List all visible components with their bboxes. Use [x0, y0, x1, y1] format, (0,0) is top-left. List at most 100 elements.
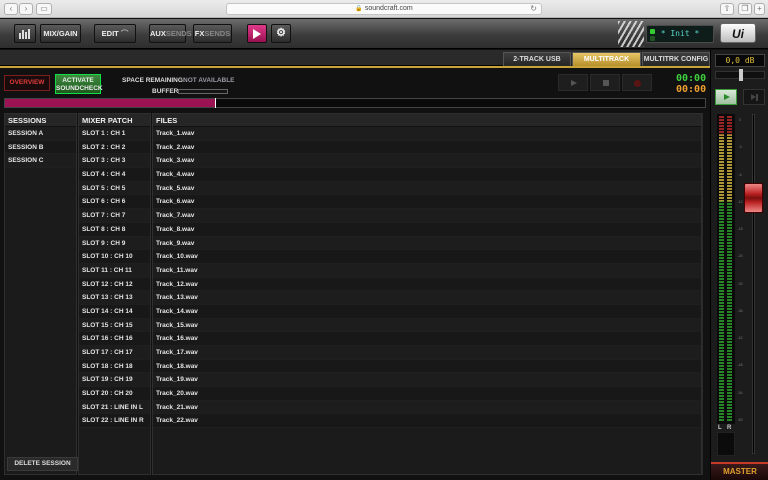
file-row[interactable]: Track_13.wav [153, 291, 701, 305]
forward-icon[interactable]: › [19, 3, 33, 15]
files-list: Track_1.wav Track_2.wav Track_3.wav Track_4… [153, 127, 701, 429]
fx-sends-button[interactable]: FXSENDS [193, 24, 232, 43]
master-fader-cap[interactable] [744, 183, 763, 213]
patch-row[interactable]: SLOT 21 : LINE IN L [79, 400, 150, 415]
patch-row[interactable]: SLOT 2 : CH 2 [79, 140, 150, 155]
meter-tick-label: -24 [737, 254, 743, 259]
file-row[interactable]: Track_12.wav [153, 277, 701, 292]
patch-row[interactable]: SLOT 17 : CH 17 [79, 346, 150, 360]
activate-soundcheck-button[interactable]: ACTIVATE SOUNDCHECK [55, 74, 103, 94]
patch-row[interactable]: SLOT 10 : CH 10 [79, 250, 150, 264]
file-row[interactable]: Track_6.wav [153, 195, 701, 210]
patch-row[interactable]: SLOT 11 : CH 11 [79, 263, 150, 278]
patch-row[interactable]: SLOT 7 : CH 7 [79, 209, 150, 223]
patch-row[interactable]: SLOT 15 : CH 15 [79, 318, 150, 333]
transport-stop-button[interactable] [590, 74, 620, 91]
file-row[interactable]: Track_21.wav [153, 400, 701, 415]
record-progress-bar[interactable] [4, 98, 706, 108]
files-scrollbar[interactable] [702, 113, 708, 475]
patch-row[interactable]: SLOT 22 : LINE IN R [79, 414, 150, 429]
session-row[interactable]: SESSION B [5, 140, 76, 155]
meters-icon [19, 29, 30, 39]
fx-label: FX [194, 29, 205, 38]
tab-multitrack[interactable]: MULTITRACK [572, 52, 641, 66]
overview-button[interactable]: OVERVIEW [4, 75, 50, 91]
new-tab-icon[interactable]: + [754, 3, 765, 15]
transport-play-button[interactable] [558, 74, 588, 91]
session-row[interactable]: SESSION A [5, 127, 76, 141]
file-row[interactable]: Track_4.wav [153, 168, 701, 182]
patch-row[interactable]: SLOT 4 : CH 4 [79, 168, 150, 182]
play-icon [724, 94, 730, 100]
patch-row[interactable]: SLOT 16 : CH 16 [79, 332, 150, 346]
strip-play-button[interactable] [715, 89, 737, 105]
elapsed-time: 00:00 [676, 73, 707, 84]
file-row[interactable]: Track_10.wav [153, 250, 701, 264]
patch-row[interactable]: SLOT 19 : CH 19 [79, 373, 150, 388]
patch-row[interactable]: SLOT 6 : CH 6 [79, 195, 150, 210]
patch-row[interactable]: SLOT 1 : CH 1 [79, 127, 150, 141]
stop-icon [603, 80, 609, 86]
buffer-label: BUFFER: [152, 88, 181, 95]
patch-row[interactable]: SLOT 13 : CH 13 [79, 291, 150, 305]
master-label[interactable]: MASTER [711, 462, 768, 480]
meter-tick-label: -36 [737, 308, 743, 313]
left-label: L [718, 425, 722, 431]
pan-slider[interactable] [715, 69, 765, 81]
patch-row[interactable]: SLOT 5 : CH 5 [79, 181, 150, 196]
patch-row[interactable]: SLOT 3 : CH 3 [79, 154, 150, 169]
files-header: FILES [153, 114, 701, 127]
transport-record-button[interactable] [622, 74, 652, 91]
sidebar-icon[interactable]: ▭ [36, 3, 52, 15]
file-row[interactable]: Track_9.wav [153, 236, 701, 251]
patch-row[interactable]: SLOT 12 : CH 12 [79, 277, 150, 292]
reload-icon[interactable]: ↻ [530, 4, 537, 14]
share-icon[interactable]: ⇧ [720, 3, 734, 15]
file-row[interactable]: Track_15.wav [153, 318, 701, 333]
pan-slider-knob[interactable] [739, 69, 743, 81]
address-bar[interactable]: 🔒 soundcraft.com ↻ [226, 3, 542, 15]
meter-tick-label: -54 [737, 390, 743, 395]
file-row[interactable]: Track_19.wav [153, 373, 701, 388]
tab-multitrk-config[interactable]: MULTITRK CONFIG [642, 52, 710, 66]
file-row[interactable]: Track_20.wav [153, 387, 701, 401]
meter-tick-label: -18 [737, 227, 743, 232]
patch-row[interactable]: SLOT 20 : CH 20 [79, 387, 150, 401]
session-row[interactable]: SESSION C [5, 154, 76, 169]
lr-meter-box [717, 432, 735, 456]
file-row[interactable]: Track_18.wav [153, 359, 701, 374]
file-row[interactable]: Track_1.wav [153, 127, 701, 141]
patch-row[interactable]: SLOT 9 : CH 9 [79, 236, 150, 251]
file-row[interactable]: Track_2.wav [153, 140, 701, 155]
edit-button[interactable]: EDIT ⌒ [94, 24, 136, 43]
meter-tick-label: -60 [737, 418, 743, 422]
player-button[interactable] [247, 24, 267, 43]
file-row[interactable]: Track_14.wav [153, 304, 701, 319]
file-row[interactable]: Track_8.wav [153, 222, 701, 237]
file-row[interactable]: Track_5.wav [153, 181, 701, 196]
patch-row[interactable]: SLOT 8 : CH 8 [79, 222, 150, 237]
tab-2-track-usb[interactable]: 2-TRACK USB [503, 52, 571, 66]
delete-session-button[interactable]: DELETE SESSION [7, 457, 78, 471]
snapshot-display[interactable]: * Init * [646, 25, 714, 43]
mix-gain-button[interactable]: MIX/GAIN [40, 24, 81, 43]
mixer-patch-header: MIXER PATCH [79, 114, 150, 127]
meters-button[interactable] [14, 24, 36, 43]
back-icon[interactable]: ‹ [4, 3, 18, 15]
file-row[interactable]: Track_3.wav [153, 154, 701, 169]
browser-bar: ‹ › ▭ 🔒 soundcraft.com ↻ ⇧ ❐ + [0, 0, 768, 18]
master-fader-track[interactable] [752, 114, 755, 454]
patch-row[interactable]: SLOT 14 : CH 14 [79, 304, 150, 319]
file-row[interactable]: Track_22.wav [153, 414, 701, 429]
file-row[interactable]: Track_7.wav [153, 209, 701, 223]
aux-sends-label: SENDS [165, 29, 192, 38]
status-led-green [650, 29, 655, 34]
file-row[interactable]: Track_17.wav [153, 346, 701, 360]
aux-sends-button[interactable]: AUXSENDS [149, 24, 192, 43]
strip-pause-button[interactable] [743, 89, 765, 105]
tabs-icon[interactable]: ❐ [738, 3, 752, 15]
patch-row[interactable]: SLOT 18 : CH 18 [79, 359, 150, 374]
file-row[interactable]: Track_16.wav [153, 332, 701, 346]
file-row[interactable]: Track_11.wav [153, 263, 701, 278]
settings-button[interactable]: ⚙ [271, 24, 291, 43]
